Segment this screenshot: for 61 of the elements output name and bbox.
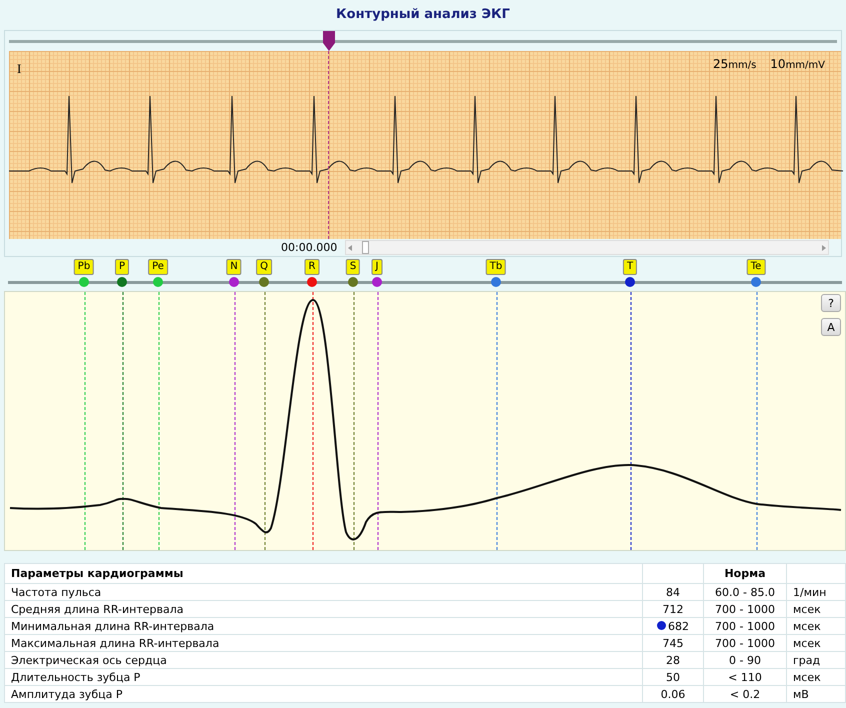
marker-label[interactable]: P xyxy=(114,259,130,275)
marker-dot[interactable] xyxy=(79,277,89,287)
unit-label: мВ xyxy=(786,686,846,702)
norm-range: 700 - 1000 xyxy=(704,618,786,634)
marker-label[interactable]: N xyxy=(226,259,242,275)
parameter-name: Максимальная длина RR-интервала xyxy=(4,634,642,652)
parameter-name: Амплитуда зубца P xyxy=(4,686,642,702)
parameter-value: 50 xyxy=(666,670,680,684)
norm-range: < 0.2 xyxy=(704,686,786,702)
norm-range: 60.0 - 85.0 xyxy=(704,584,786,600)
parameter-value: 84 xyxy=(666,586,680,598)
unit-label: град xyxy=(786,652,846,668)
time-readout: 00:00.000 xyxy=(281,241,338,254)
marker-dot[interactable] xyxy=(259,277,269,287)
position-thumb[interactable] xyxy=(322,31,336,51)
marker-dot[interactable] xyxy=(751,277,761,287)
marker-label[interactable]: J xyxy=(372,259,382,275)
parameter-value: 712 xyxy=(662,602,684,616)
gain-label: 10mm/mV xyxy=(770,57,825,71)
marker-dot[interactable] xyxy=(625,277,635,287)
marker-label[interactable]: Te xyxy=(746,259,766,275)
parameter-name: Средняя длина RR-интервала xyxy=(4,600,642,618)
marker-label[interactable]: Q xyxy=(256,259,272,275)
marker-dot[interactable] xyxy=(348,277,358,287)
parameter-name: Частота пульса xyxy=(4,584,642,600)
parameter-value: 682 xyxy=(668,620,689,632)
page-title: Контурный анализ ЭКГ xyxy=(335,6,511,24)
side-button[interactable]: A xyxy=(821,318,841,336)
marker-label[interactable]: T xyxy=(622,259,638,275)
marker-label[interactable]: Pb xyxy=(74,259,94,275)
unit-label: мсек xyxy=(786,634,846,652)
unit-label: мсек xyxy=(786,600,846,618)
marker-dot[interactable] xyxy=(229,277,239,287)
parameter-name: Длительность зубца P xyxy=(4,668,642,686)
marker-label[interactable]: Pe xyxy=(148,259,168,275)
column-header: Норма xyxy=(704,564,786,584)
speed-label: 25mm/s xyxy=(712,57,756,71)
unit-label: 1/мин xyxy=(786,584,846,600)
norm-range: 700 - 1000 xyxy=(704,600,786,618)
marker-label[interactable]: Tb xyxy=(486,259,506,275)
side-button[interactable]: ? xyxy=(821,294,841,312)
parameter-name: Минимальная длина RR-интервала xyxy=(4,618,642,634)
parameter-name: Электрическая ось сердца xyxy=(4,652,642,668)
norm-range: 700 - 1000 xyxy=(704,634,786,652)
parameter-value: 745 xyxy=(662,636,684,650)
parameter-value: 0.06 xyxy=(660,688,686,700)
marker-dot[interactable] xyxy=(491,277,501,287)
marker-dot[interactable] xyxy=(117,277,127,287)
marker-label[interactable]: S xyxy=(346,259,360,275)
time-scrollbar[interactable] xyxy=(345,240,829,255)
unit-label: мсек xyxy=(786,618,846,634)
lead-label: I xyxy=(17,61,22,77)
marker-label[interactable]: R xyxy=(304,259,320,275)
norm-range: < 110 xyxy=(704,668,786,686)
column-header: Параметры кардиограммы xyxy=(4,564,642,584)
marker-dot[interactable] xyxy=(307,277,317,287)
parameter-value: 28 xyxy=(666,654,680,666)
norm-range: 0 - 90 xyxy=(704,652,786,668)
unit-label: мсек xyxy=(786,668,846,686)
marker-dot[interactable] xyxy=(153,277,163,287)
marker-dot[interactable] xyxy=(372,277,382,287)
